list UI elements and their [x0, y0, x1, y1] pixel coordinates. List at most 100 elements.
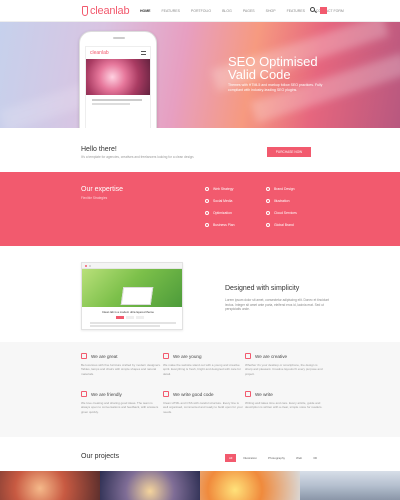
project-thumbnail[interactable] — [200, 471, 300, 500]
expertise-item[interactable]: Global Brand — [266, 223, 294, 227]
expertise-bullet-icon — [205, 223, 209, 227]
feature-title: We are young — [173, 353, 202, 359]
expertise-bullet-icon — [266, 223, 270, 227]
phone-menu-icon — [141, 51, 146, 55]
feature-text: Whether it's your desktop or smartphone,… — [245, 363, 323, 376]
logo-text: cleanlab — [90, 5, 130, 17]
expertise-bullet-icon — [266, 211, 270, 215]
browser-dot — [89, 265, 91, 267]
expertise-item-label: Cloud Services — [274, 211, 297, 215]
browser-text-line — [90, 322, 176, 324]
feature-text: We make the website stand out with a you… — [163, 363, 241, 376]
feature-item: We are friendly We love creating and sha… — [81, 391, 161, 414]
browser-hero-image — [82, 269, 182, 307]
expertise-item-label: Optimization — [213, 211, 232, 215]
expertise-item[interactable]: Business Plan — [205, 223, 235, 227]
browser-laptop-image — [120, 287, 154, 305]
feature-text: We love creating and sharing good ideas.… — [81, 401, 159, 414]
expertise-item-label: Web Strategy — [213, 187, 234, 191]
filter-3d[interactable]: 3D — [309, 454, 322, 462]
hello-subtitle: It's a template for agencies, creatives … — [81, 155, 195, 159]
project-thumbnail[interactable] — [0, 471, 100, 500]
feature-title: We write — [255, 391, 273, 397]
nav-item-portfolio[interactable]: Portfolio — [191, 9, 211, 13]
expertise-bullet-icon — [266, 199, 270, 203]
nav-item-features[interactable]: Features — [162, 9, 180, 13]
expertise-item[interactable]: Web Strategy — [205, 187, 233, 191]
expertise-item-label: Illustration — [274, 199, 290, 203]
browser-caption: Clean lab is a modern ultra layered them… — [102, 310, 154, 314]
nav-item-shop[interactable]: Shop — [266, 9, 276, 13]
simplicity-text: Lorem ipsum dolor sit amet, consectetur … — [225, 298, 329, 312]
hero-title-line-2: Valid Code — [228, 67, 291, 82]
browser-tag — [126, 316, 134, 319]
feature-title: We write good code — [173, 391, 214, 397]
expertise-item[interactable]: Cloud Services — [266, 211, 297, 215]
expertise-title: Our expertise — [81, 186, 124, 193]
filter-all[interactable]: All — [225, 454, 237, 462]
browser-text-line — [90, 325, 160, 327]
feature-item: We are creative Whether it's your deskto… — [245, 353, 325, 376]
hello-title: Hello there! — [81, 146, 117, 153]
feature-text: Writing well takes time and care. Every … — [245, 401, 323, 410]
page: cleanlab Home Features Portfolio Blog Pa… — [0, 0, 400, 500]
projects-title: Our projects — [81, 453, 120, 460]
top-navigation-bar: cleanlab Home Features Portfolio Blog Pa… — [0, 0, 400, 22]
feature-item: We are young We make the website stand o… — [163, 353, 243, 376]
simplicity-section — [0, 246, 400, 342]
project-thumbnail[interactable] — [100, 471, 200, 500]
nav-item-pages[interactable]: Pages — [243, 9, 255, 13]
phone-flower-image — [86, 59, 150, 95]
feature-item: We write good code Clean HTML and CSS wi… — [163, 391, 243, 414]
pencil-icon — [245, 391, 251, 397]
expertise-item[interactable]: Brand Design — [266, 187, 295, 191]
expertise-item-label: Business Plan — [213, 223, 235, 227]
expertise-bullet-icon — [205, 187, 209, 191]
nav-item-home[interactable]: Home — [140, 9, 151, 13]
expertise-item-label: Brand Design — [274, 187, 295, 191]
code-icon — [163, 391, 169, 397]
heart-icon — [81, 391, 87, 397]
phone-speaker — [113, 37, 125, 39]
hero-title: SEO Optimised Valid Code — [228, 55, 318, 81]
purchase-button[interactable]: Purchase Now — [267, 147, 311, 157]
expertise-bullet-icon — [205, 199, 209, 203]
logo-flask-icon — [82, 6, 88, 16]
filter-illustration[interactable]: Illustration — [239, 454, 262, 462]
expertise-item[interactable]: Social Media — [205, 199, 232, 203]
monitor-icon — [245, 353, 251, 359]
expertise-bullet-icon — [266, 187, 270, 191]
nav-item-features-2[interactable]: Features — [287, 9, 305, 13]
expertise-subtitle: Flexible Strategies — [81, 196, 108, 200]
browser-dot — [85, 265, 87, 267]
expertise-item-label: Social Media — [213, 199, 233, 203]
feature-item: We are great Be luxurious with fine furn… — [81, 353, 161, 376]
star-icon — [81, 353, 87, 359]
filter-photography[interactable]: Photography — [264, 454, 290, 462]
expertise-item[interactable]: Illustration — [266, 199, 289, 203]
phone-screen: cleanlab — [85, 46, 151, 134]
project-filters: All Illustration Photography Web 3D — [225, 454, 322, 462]
phone-text-line — [92, 99, 142, 101]
expertise-section — [0, 172, 400, 246]
search-icon[interactable] — [310, 7, 315, 12]
feature-text: Clean HTML and CSS with careful structur… — [163, 401, 243, 414]
browser-mockup: Clean lab is a modern ultra layered them… — [81, 262, 183, 330]
hero-banner — [0, 22, 400, 128]
hero-subtitle: Themes with HTML5 and markup follow SEO … — [228, 83, 323, 92]
menu-icon[interactable] — [320, 7, 327, 14]
filter-web[interactable]: Web — [292, 454, 307, 462]
simplicity-title: Designed with simplicity — [225, 285, 300, 292]
hello-section — [0, 128, 400, 171]
expertise-bullet-icon — [205, 211, 209, 215]
expertise-item[interactable]: Optimization — [205, 211, 232, 215]
project-thumbnail[interactable] — [300, 471, 400, 500]
smile-icon — [163, 353, 169, 359]
logo[interactable]: cleanlab — [82, 5, 130, 17]
browser-tag — [116, 316, 124, 319]
phone-text-line — [92, 103, 130, 105]
nav-item-blog[interactable]: Blog — [222, 9, 232, 13]
expertise-item-label: Global Brand — [274, 223, 294, 227]
feature-text: Be luxurious with fine furniture crafted… — [81, 363, 161, 376]
browser-tag — [136, 316, 144, 319]
